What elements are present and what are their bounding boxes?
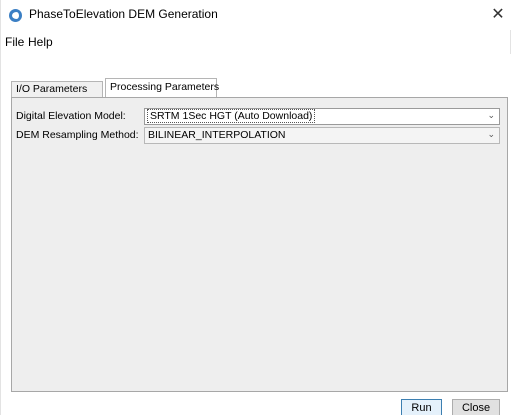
resampling-select[interactable]: BILINEAR_INTERPOLATION ⌄ [144,127,500,144]
dem-generation-window: PhaseToElevation DEM Generation ✕ File H… [0,0,511,415]
window-title: PhaseToElevation DEM Generation [29,7,218,21]
menu-bar: File Help [1,31,511,52]
menu-file[interactable]: File [5,35,24,49]
chevron-down-icon: ⌄ [487,130,495,140]
close-icon[interactable]: ✕ [487,3,509,25]
resampling-label: DEM Resampling Method: [16,129,139,141]
menu-help[interactable]: Help [28,35,53,49]
app-logo-icon [9,9,22,22]
close-button[interactable]: Close [452,399,500,415]
resampling-select-value: BILINEAR_INTERPOLATION [148,129,286,141]
title-bar: PhaseToElevation DEM Generation ✕ [1,0,511,30]
dem-label: Digital Elevation Model: [16,110,126,122]
dem-select-value: SRTM 1Sec HGT (Auto Download) [146,109,316,123]
dem-select[interactable]: SRTM 1Sec HGT (Auto Download) ⌄ [144,108,500,125]
tab-processing-parameters[interactable]: Processing Parameters [105,78,219,98]
tab-io-parameters[interactable]: I/O Parameters [11,81,103,98]
run-button[interactable]: Run [401,399,442,415]
chevron-down-icon: ⌄ [487,111,495,121]
